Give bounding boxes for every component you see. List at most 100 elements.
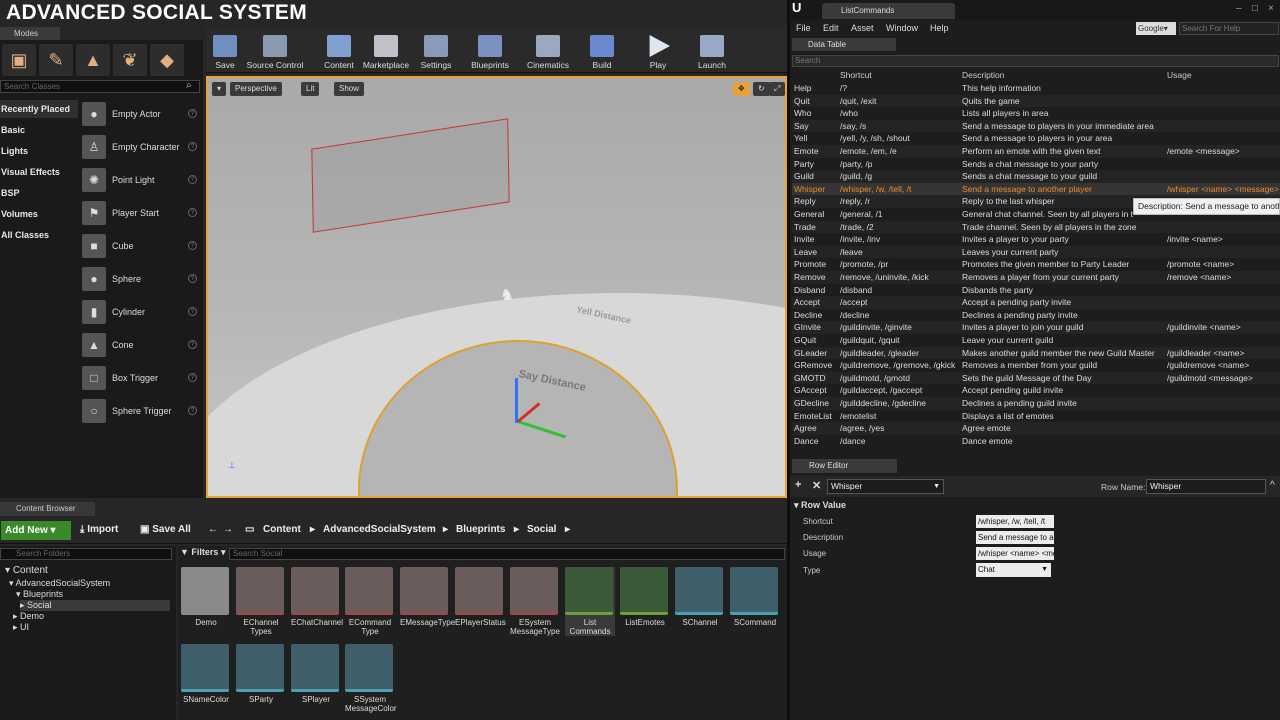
actor-cube[interactable]: ■ Cube? [82, 232, 200, 260]
level-box-geometry[interactable] [311, 118, 510, 233]
back-arrow-icon[interactable]: ← [208, 524, 218, 535]
help-icon[interactable]: ? [188, 340, 197, 349]
table-row[interactable]: Say/say, /s Send a message to players in … [792, 119, 1280, 133]
level-viewport[interactable]: ▾ Perspective Lit Show ✥ ↻ ⤢ Yell Distan… [206, 76, 787, 498]
close-icon[interactable]: × [1268, 3, 1274, 14]
search-classes-input[interactable]: Search Classes [0, 80, 200, 93]
breadcrumb-blueprints[interactable]: Blueprints [456, 524, 505, 535]
table-row[interactable]: EmoteList/emotelist Displays a list of em… [792, 410, 1280, 423]
viewport-options-dropdown[interactable]: ▾ [212, 82, 227, 96]
row-value-section[interactable]: ▾ Row Value [794, 500, 846, 511]
minimize-icon[interactable]: – [1236, 3, 1242, 14]
menu-edit[interactable]: Edit [823, 23, 839, 33]
menu-help[interactable]: Help [930, 23, 949, 33]
help-icon[interactable]: ? [188, 208, 197, 217]
type-dropdown[interactable]: Chat ▼ [976, 563, 1051, 577]
menu-file[interactable]: File [796, 23, 811, 33]
category-lights[interactable]: Lights [0, 142, 78, 160]
table-row[interactable]: Yell/yell, /y, /sh, /shout Send a message… [792, 132, 1280, 145]
table-row[interactable]: GQuit/guildquit, /gquit Leave your curren… [792, 334, 1280, 347]
show-button[interactable]: Show [334, 82, 365, 96]
category-visual-effects[interactable]: Visual Effects [0, 163, 78, 181]
help-icon[interactable]: ? [188, 109, 197, 118]
help-icon[interactable]: ? [188, 142, 197, 151]
category-basic[interactable]: Basic [0, 121, 78, 139]
rotate-icon[interactable]: ↻ [753, 82, 770, 96]
tree-item-advancedsocialsystem[interactable]: ▾ AdvancedSocialSystem [9, 578, 110, 589]
asset-tile[interactable]: SCommand [730, 567, 780, 627]
actor-point-light[interactable]: ✺ Point Light? [82, 166, 200, 194]
player-start-actor-icon[interactable]: ♞ [500, 285, 514, 305]
actor-box-trigger[interactable]: □ Box Trigger? [82, 364, 200, 392]
save-all-button[interactable]: ▣ Save All [140, 524, 191, 535]
modes-tab[interactable]: Modes [0, 27, 60, 40]
table-row[interactable]: Agree/agree, /yes Agree emote [792, 422, 1280, 435]
build-button[interactable]: Build [588, 28, 616, 70]
category-recently-placed[interactable]: Recently Placed [0, 100, 78, 118]
asset-tile[interactable]: SNameColor [181, 644, 231, 704]
breadcrumb-content[interactable]: Content [263, 524, 301, 535]
maximize-icon[interactable]: □ [1252, 3, 1258, 14]
asset-tile[interactable]: ListEmotes [620, 567, 670, 627]
menu-window[interactable]: Window [886, 23, 918, 33]
foliage-mode-icon[interactable]: ❦ [113, 44, 147, 76]
table-row[interactable]: GLeader/guildleader, /gleader Makes anoth… [792, 346, 1280, 360]
row-name-input[interactable]: Whisper [1146, 479, 1266, 494]
table-row[interactable]: GMOTD/guildmotd, /gmotd Sets the guild Me… [792, 371, 1280, 385]
asset-tile[interactable]: EChannel Types [236, 567, 286, 636]
row-editor-tab[interactable]: Row Editor [792, 459, 897, 473]
help-icon[interactable]: ? [188, 241, 197, 250]
search-social-input[interactable]: Search Social [229, 548, 785, 560]
category-volumes[interactable]: Volumes [0, 205, 78, 223]
asset-tile[interactable]: SParty [236, 644, 286, 704]
asset-tile[interactable]: ESystem MessageType [510, 567, 560, 636]
asset-tile-selected[interactable]: List Commands [565, 567, 615, 636]
blueprints-button[interactable]: Blueprints [468, 28, 512, 70]
help-icon[interactable]: ? [188, 406, 197, 415]
help-icon[interactable]: ? [188, 307, 197, 316]
gizmo-z-axis[interactable] [515, 378, 518, 423]
table-row-selected[interactable]: Whisper/whisper, /w, /tell, /t Send a mes… [792, 182, 1280, 196]
table-row[interactable]: GDecline/guilddecline, /gdecline Declines… [792, 397, 1280, 410]
save-button[interactable]: Save [212, 28, 238, 70]
add-new-button[interactable]: Add New ▾ [1, 521, 71, 540]
table-row[interactable]: Dance/dance Dance emote [792, 435, 1280, 448]
column-header-shortcut[interactable]: Shortcut [840, 70, 872, 80]
row-select-dropdown[interactable]: Whisper ▼ [827, 479, 944, 494]
column-header-description[interactable]: Description [962, 70, 1005, 80]
data-table-tab[interactable]: Data Table [792, 38, 896, 51]
table-row[interactable]: GRemove/guildremove, /gremove, /gkick Rem… [792, 359, 1280, 372]
table-row[interactable]: Disband/disband Disbands the party [792, 284, 1280, 297]
content-browser-tab[interactable]: Content Browser [0, 502, 95, 516]
help-search-input[interactable]: Search For Help [1179, 22, 1279, 35]
actor-sphere-trigger[interactable]: ○ Sphere Trigger? [82, 397, 200, 425]
actor-player-start[interactable]: ⚑ Player Start? [82, 199, 200, 227]
table-row[interactable]: Guild/guild, /g Sends a chat message to y… [792, 170, 1280, 183]
filters-button[interactable]: ▼ Filters ▾ [180, 547, 225, 558]
tree-item-blueprints[interactable]: ▾ Blueprints [16, 589, 63, 600]
actor-empty-character[interactable]: ♙ Empty Character? [82, 133, 200, 161]
table-row[interactable]: Help /? This help information [792, 82, 1280, 95]
asset-tile[interactable]: Demo [181, 567, 231, 627]
actor-empty-actor[interactable]: ● Empty Actor? [82, 100, 200, 128]
search-folders-input[interactable]: Search Folders [0, 548, 172, 560]
usage-field[interactable]: /whisper <name> <message> [976, 547, 1054, 560]
asset-tile[interactable]: EMessageType [400, 567, 455, 627]
table-row[interactable]: Party/party, /p Sends a chat message to y… [792, 158, 1280, 171]
chevron-up-icon[interactable]: ^ [1270, 480, 1275, 491]
table-row[interactable]: Leave/leave Leaves your current party [792, 245, 1280, 259]
tree-item-content[interactable]: ▾ Content [5, 565, 48, 576]
content-button[interactable]: Content [322, 28, 356, 70]
table-row[interactable]: GInvite/guildinvite, /ginvite Invites a p… [792, 321, 1280, 334]
launch-button[interactable]: Launch [696, 28, 728, 70]
play-button[interactable]: Play [645, 28, 671, 70]
source-control-button[interactable]: Source Control [245, 28, 305, 70]
landscape-mode-icon[interactable]: ▲ [76, 44, 110, 76]
import-button[interactable]: ⤓ Import [80, 524, 118, 535]
help-icon[interactable]: ? [188, 175, 197, 184]
category-bsp[interactable]: BSP [0, 184, 78, 202]
asset-tile[interactable]: SChannel [675, 567, 725, 627]
table-row[interactable]: GAccept/guildaccept, /gaccept Accept pend… [792, 384, 1280, 397]
perspective-button[interactable]: Perspective [230, 82, 282, 96]
breadcrumb-social[interactable]: Social [527, 524, 556, 535]
